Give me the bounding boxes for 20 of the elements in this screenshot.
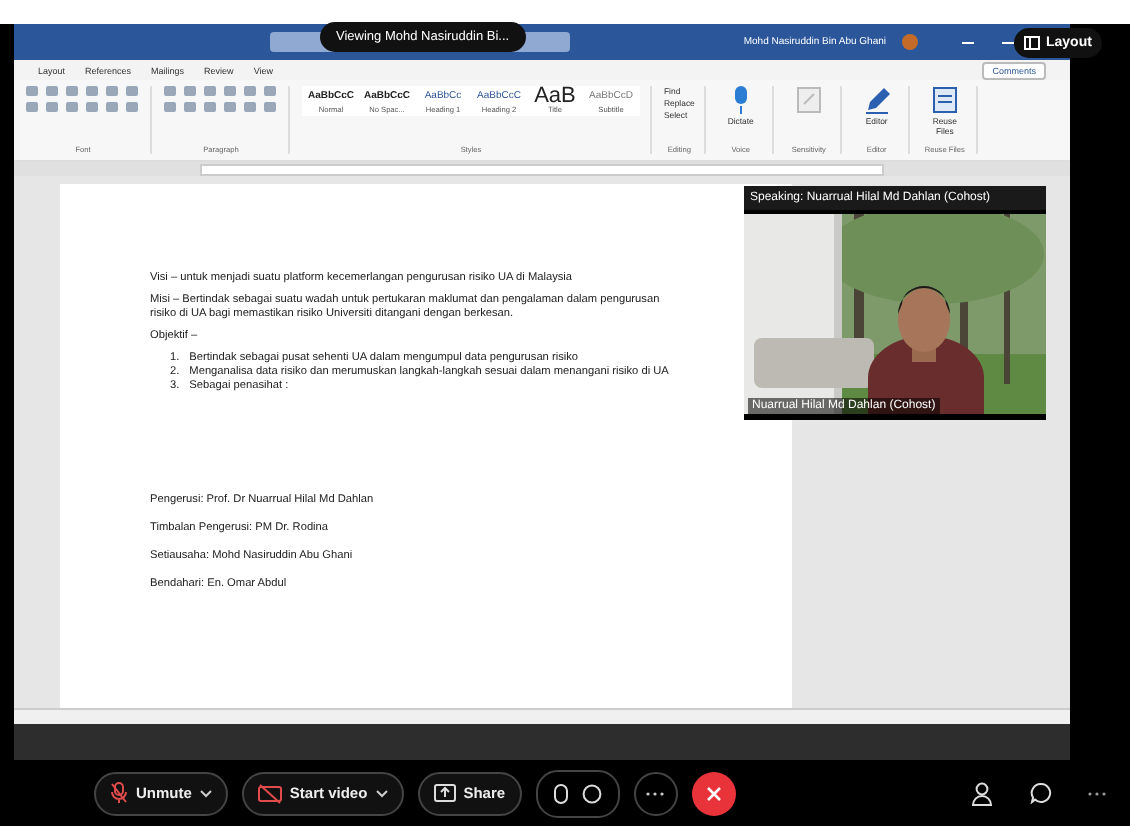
layout-icon bbox=[1024, 36, 1040, 50]
hand-icon[interactable] bbox=[553, 783, 568, 803]
muted-microphone-icon bbox=[110, 782, 128, 804]
share-screen-icon bbox=[433, 784, 456, 802]
close-icon bbox=[705, 785, 722, 801]
more-options-button[interactable] bbox=[633, 771, 678, 815]
reactions-pill[interactable] bbox=[535, 769, 620, 817]
emoji-icon[interactable] bbox=[581, 783, 602, 803]
minimize-icon[interactable] bbox=[962, 41, 974, 43]
chat-icon[interactable] bbox=[1030, 782, 1052, 804]
microphone-icon bbox=[731, 86, 750, 114]
end-call-button[interactable] bbox=[691, 771, 736, 815]
video-off-icon bbox=[257, 783, 282, 803]
document-icon bbox=[931, 86, 958, 114]
caret-icon[interactable] bbox=[199, 789, 212, 797]
pen-icon bbox=[863, 86, 890, 114]
caret-icon[interactable] bbox=[375, 789, 388, 797]
sensitivity-icon bbox=[795, 86, 822, 114]
avatar bbox=[902, 34, 918, 50]
participants-icon[interactable] bbox=[972, 781, 994, 805]
